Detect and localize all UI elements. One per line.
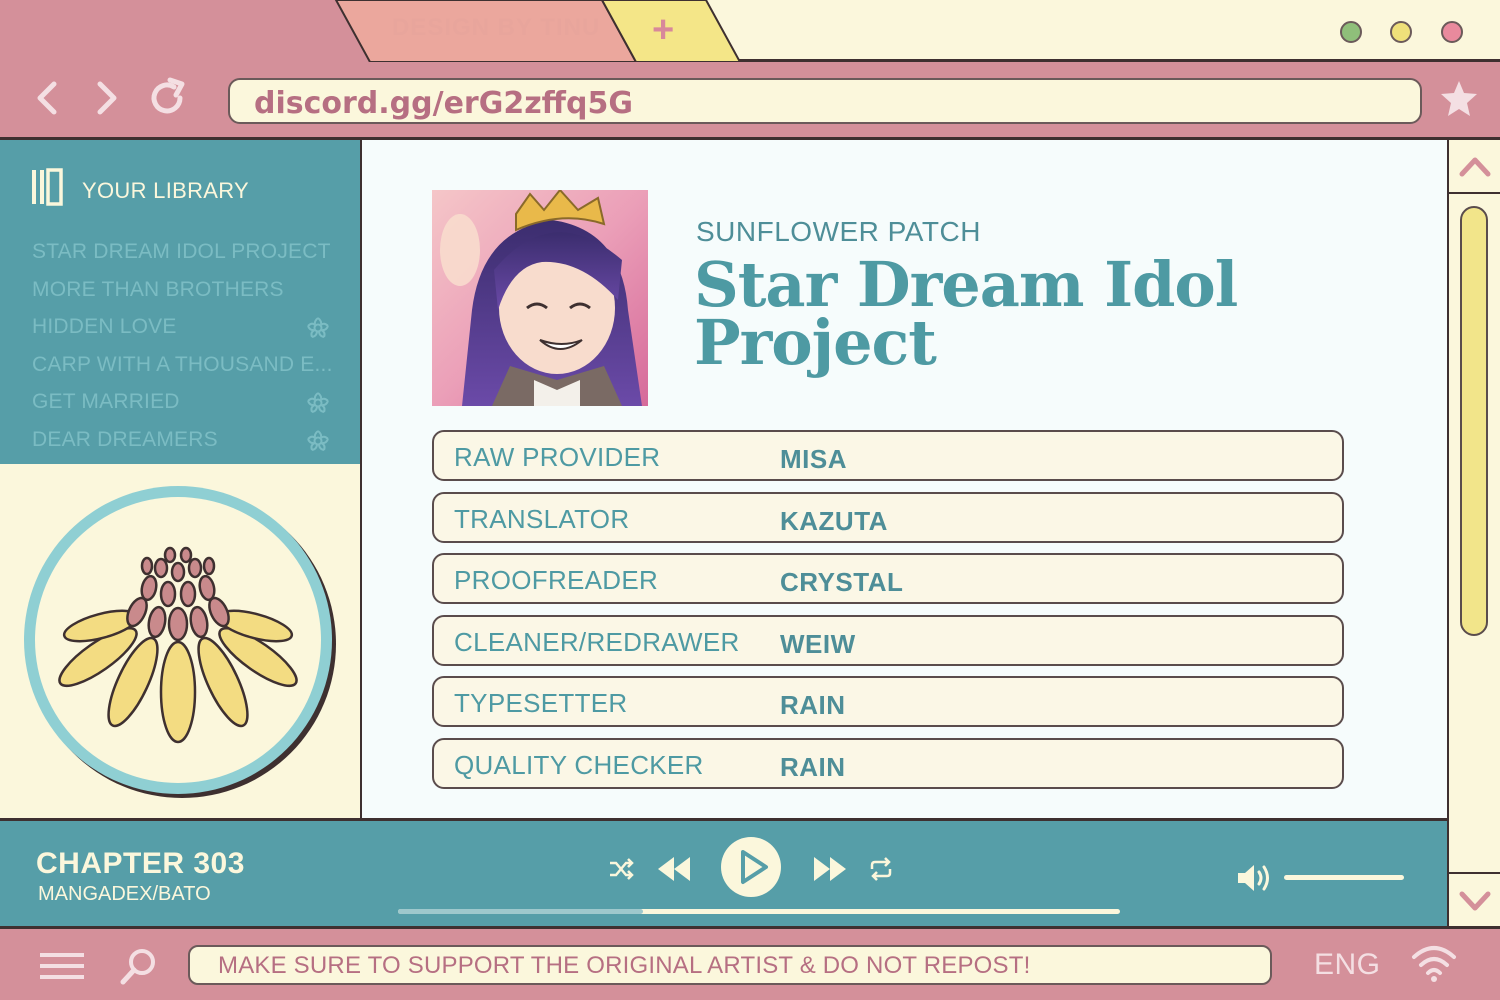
chapter-label: CHAPTER 303: [36, 847, 245, 880]
bookmark-star-icon[interactable]: [1438, 78, 1480, 120]
library-title: YOUR LIBRARY: [82, 178, 250, 203]
notice-bar: MAKE SURE TO SUPPORT THE ORIGINAL ARTIST…: [188, 945, 1272, 985]
credit-role: TRANSLATOR: [454, 503, 630, 534]
notice-text: MAKE SURE TO SUPPORT THE ORIGINAL ARTIST…: [218, 952, 1031, 979]
credit-role: QUALITY CHECKER: [454, 750, 704, 780]
tab-bar: DESIGN BY TINU +: [0, 0, 1500, 62]
new-tab-button[interactable]: +: [652, 10, 674, 50]
library-panel: YOUR LIBRARY STAR DREAM IDOL PROJECT MORE…: [0, 140, 362, 464]
menu-icon[interactable]: [38, 947, 86, 985]
main-content: SUNFLOWER PATCH Star Dream Idol Project …: [362, 140, 1447, 818]
credit-name: KAZUTA: [780, 505, 888, 536]
navigation-bar: discord.gg/erG2zffq5G: [0, 62, 1500, 140]
sunflower-logo: [24, 486, 336, 798]
progress-fill: [398, 909, 644, 914]
library-icon: [32, 168, 63, 206]
credit-row: TRANSLATOR KAZUTA: [432, 491, 1344, 543]
scrollbar[interactable]: [1447, 140, 1500, 926]
credit-row: PROOFREADER CRYSTAL: [432, 553, 1344, 605]
library-item[interactable]: STAR DREAM IDOL PROJECT: [32, 240, 331, 264]
scroll-down-button[interactable]: [1449, 872, 1500, 926]
credit-row: QUALITY CHECKER RAIN: [432, 738, 1344, 789]
shuffle-icon[interactable]: [608, 857, 634, 881]
library-item[interactable]: CARP WITH A THOUSAND E...: [32, 353, 333, 377]
reload-icon[interactable]: [146, 76, 190, 120]
library-item[interactable]: GET MARRIED: [32, 390, 180, 414]
play-icon: [741, 850, 768, 884]
forward-arrow-icon[interactable]: [86, 76, 130, 120]
credit-row: RAW PROVIDER MISA: [432, 430, 1344, 481]
flower-icon: [307, 392, 329, 413]
flower-icon: [307, 317, 329, 338]
repeat-icon[interactable]: [868, 857, 894, 881]
credit-name: RAIN: [780, 752, 846, 782]
library-item[interactable]: HIDDEN LOVE: [32, 315, 177, 339]
language-indicator[interactable]: ENG: [1314, 948, 1381, 982]
tab-title[interactable]: DESIGN BY TINU: [392, 14, 600, 42]
chevron-down-icon: [1459, 891, 1491, 911]
back-arrow-icon[interactable]: [26, 76, 70, 120]
chevron-up-icon: [1459, 157, 1491, 177]
url-text[interactable]: discord.gg/erG2zffq5G: [254, 86, 633, 121]
volume-slider[interactable]: [1284, 875, 1404, 880]
series-title: Star Dream Idol Project: [694, 248, 1238, 379]
credit-role: RAW PROVIDER: [454, 442, 661, 472]
scroll-thumb[interactable]: [1460, 206, 1488, 636]
logo-panel: [0, 464, 362, 818]
rewind-icon[interactable]: [656, 855, 692, 883]
credit-role: CLEANER/REDRAWER: [454, 626, 740, 657]
flower-icon: [307, 429, 329, 451]
search-icon[interactable]: [118, 945, 160, 987]
credit-name: WEIW: [780, 628, 856, 659]
cover-image: [432, 190, 648, 406]
credit-name: CRYSTAL: [780, 567, 904, 598]
credit-row: CLEANER/REDRAWER WEIW: [432, 614, 1344, 666]
progress-bar[interactable]: [398, 909, 1120, 914]
group-name: SUNFLOWER PATCH: [696, 216, 981, 247]
maximize-dot[interactable]: [1390, 21, 1412, 43]
close-dot[interactable]: [1441, 21, 1463, 43]
address-bar[interactable]: discord.gg/erG2zffq5G: [228, 78, 1422, 124]
fast-forward-icon[interactable]: [812, 855, 848, 883]
library-item[interactable]: DEAR DREAMERS: [32, 428, 218, 452]
player-bar: CHAPTER 303 MANGADEX/BATO: [0, 818, 1447, 926]
library-item[interactable]: MORE THAN BROTHERS: [32, 278, 284, 302]
credit-name: RAIN: [780, 690, 846, 721]
volume-icon[interactable]: [1236, 861, 1274, 895]
source-label: MANGADEX/BATO: [38, 883, 211, 905]
scroll-up-button[interactable]: [1449, 140, 1500, 194]
credit-role: TYPESETTER: [454, 688, 628, 719]
minimize-dot[interactable]: [1340, 21, 1362, 43]
play-button[interactable]: [721, 837, 781, 897]
credit-row: TYPESETTER RAIN: [432, 676, 1344, 728]
credit-name: MISA: [780, 444, 847, 474]
credit-role: PROOFREADER: [454, 565, 659, 596]
taskbar: MAKE SURE TO SUPPORT THE ORIGINAL ARTIST…: [0, 926, 1500, 1000]
wifi-icon[interactable]: [1410, 943, 1458, 983]
tab-shapes: [0, 0, 742, 62]
